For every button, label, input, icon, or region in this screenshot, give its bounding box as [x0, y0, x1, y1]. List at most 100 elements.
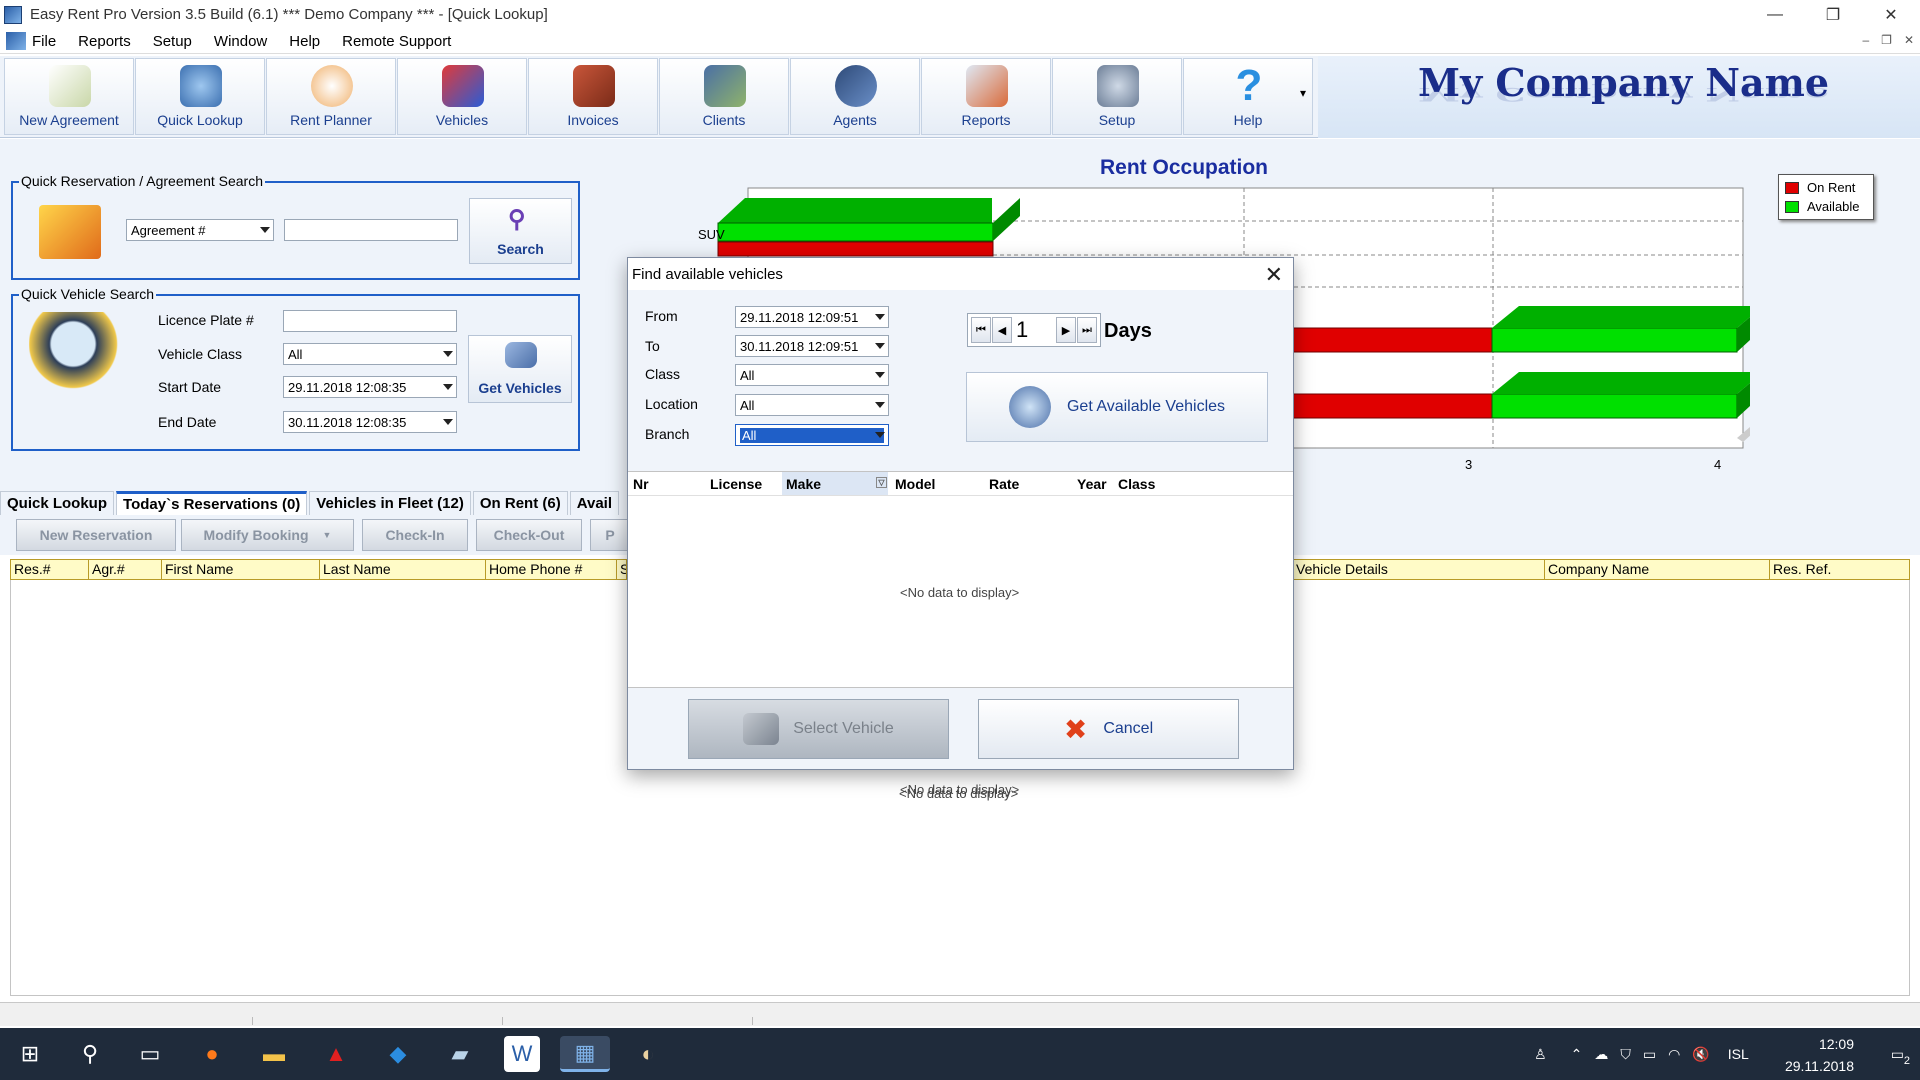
tab-quick-lookup[interactable]: Quick Lookup [0, 491, 115, 515]
help-button[interactable]: ? Help [1183, 58, 1313, 135]
branch-combo[interactable]: All [735, 424, 889, 446]
wifi-icon[interactable]: ◠ [1668, 1046, 1680, 1063]
column-res-ref[interactable]: Res. Ref. [1770, 560, 1909, 579]
search-type-combo[interactable]: Agreement # [126, 219, 274, 241]
column-company-name[interactable]: Company Name [1545, 560, 1770, 579]
get-available-vehicles-label: Get Available Vehicles [1066, 398, 1226, 415]
print-button[interactable]: P [590, 519, 630, 551]
close-button[interactable]: ✕ [1862, 0, 1920, 29]
acrobat-icon[interactable]: ▲ [318, 1036, 354, 1072]
days-value[interactable]: 1 [1016, 317, 1028, 343]
new-reservation-button[interactable]: New Reservation [16, 519, 176, 551]
minimize-button[interactable]: — [1746, 0, 1804, 29]
people-icon[interactable]: ♙ [1534, 1046, 1547, 1063]
menu-setup[interactable]: Setup [153, 33, 192, 50]
volume-mute-icon[interactable]: 🔇 [1692, 1046, 1709, 1063]
toolbar-overflow-button[interactable]: ▾ [1300, 86, 1306, 100]
notes-icon[interactable]: ▰ [442, 1036, 478, 1072]
check-out-button[interactable]: Check-Out [476, 519, 582, 551]
column-license[interactable]: License [710, 476, 762, 492]
menu-window[interactable]: Window [214, 33, 267, 50]
get-available-vehicles-button[interactable]: Get Available Vehicles [966, 372, 1268, 442]
mdi-minimize-button[interactable]: – [1862, 33, 1869, 47]
mdi-restore-button[interactable]: ❐ [1881, 33, 1892, 47]
vscode-icon[interactable]: ◆ [380, 1036, 416, 1072]
last-icon[interactable]: ⏭ [1077, 317, 1097, 343]
modify-booking-button[interactable]: Modify Booking ▼ [181, 519, 354, 551]
notifications-icon[interactable]: ▭ 2 [1891, 1046, 1910, 1067]
battery-icon[interactable]: ▭ [1643, 1046, 1656, 1063]
location-combo[interactable]: All [735, 394, 889, 416]
column-home-phone[interactable]: Home Phone # [486, 560, 617, 579]
menu-help[interactable]: Help [289, 33, 320, 50]
menu-reports[interactable]: Reports [78, 33, 131, 50]
menu-remote-support[interactable]: Remote Support [342, 33, 451, 50]
prev-icon[interactable]: ◀ [992, 317, 1012, 343]
search-button-label: Search [497, 241, 544, 257]
available-vehicles-grid[interactable]: Nr License Make ▽ Model Rate Year Class … [628, 471, 1293, 688]
quick-lookup-button[interactable]: Quick Lookup [135, 58, 265, 135]
column-year[interactable]: Year [1077, 476, 1107, 492]
invoices-button[interactable]: Invoices [528, 58, 658, 135]
agents-button[interactable]: Agents [790, 58, 920, 135]
first-icon[interactable]: ⏮ [971, 317, 991, 343]
clock-date: 29.11.2018 [1784, 1058, 1854, 1074]
file-explorer-icon[interactable]: ▬ [256, 1036, 292, 1072]
new-agreement-button[interactable]: New Agreement [4, 58, 134, 135]
column-agr-number[interactable]: Agr.# [89, 560, 162, 579]
get-vehicles-button[interactable]: Get Vehicles [468, 335, 572, 403]
column-res-number[interactable]: Res.# [11, 560, 89, 579]
licence-plate-input[interactable] [283, 310, 457, 332]
easy-rent-taskbar-icon[interactable]: ▦ [560, 1036, 610, 1072]
vehicle-class-combo[interactable]: All [283, 343, 457, 365]
chevron-up-icon[interactable]: ⌃ [1571, 1046, 1583, 1063]
class-combo[interactable]: All [735, 364, 889, 386]
tab-available[interactable]: Avail [569, 491, 619, 515]
language-indicator[interactable]: ISL [1728, 1046, 1749, 1062]
column-make[interactable]: Make [782, 472, 888, 495]
from-date-picker[interactable]: 29.11.2018 12:09:51 [735, 306, 889, 328]
column-last-name[interactable]: Last Name [320, 560, 486, 579]
agreement-search-input[interactable] [284, 219, 458, 241]
paint-icon[interactable]: ◐ [630, 1036, 666, 1072]
defender-icon[interactable]: ⛉ [1620, 1046, 1631, 1063]
close-icon[interactable]: ✕ [1265, 262, 1283, 288]
tab-todays-reservations[interactable]: Today`s Reservations (0) [116, 491, 308, 515]
task-view-icon[interactable]: ▭ [132, 1036, 168, 1072]
tab-on-rent[interactable]: On Rent (6) [472, 491, 568, 515]
firefox-icon[interactable]: ● [194, 1036, 230, 1072]
column-model[interactable]: Model [895, 476, 935, 492]
end-date-picker[interactable]: 30.11.2018 12:08:35 [283, 411, 457, 433]
mdi-app-icon[interactable] [6, 32, 26, 50]
restore-button[interactable]: ❐ [1804, 0, 1862, 29]
word-icon[interactable]: W [504, 1036, 540, 1072]
to-date-picker[interactable]: 30.11.2018 12:09:51 [735, 335, 889, 357]
clients-button[interactable]: Clients [659, 58, 789, 135]
start-icon[interactable]: ⊞ [12, 1036, 48, 1072]
chevron-down-icon [443, 384, 453, 390]
setup-button[interactable]: Setup [1052, 58, 1182, 135]
available-bar [1491, 393, 1738, 419]
column-nr[interactable]: Nr [633, 476, 649, 492]
mdi-close-button[interactable]: ✕ [1904, 33, 1914, 47]
start-date-picker[interactable]: 29.11.2018 12:08:35 [283, 376, 457, 398]
column-s[interactable]: S [617, 560, 627, 579]
search-button[interactable]: ⚲ Search [469, 198, 572, 264]
select-vehicle-button[interactable]: Select Vehicle [688, 699, 949, 759]
column-vehicle-details[interactable]: Vehicle Details [1293, 560, 1545, 579]
check-in-button[interactable]: Check-In [362, 519, 468, 551]
reports-button[interactable]: Reports [921, 58, 1051, 135]
search-icon[interactable]: ⚲ [72, 1036, 108, 1072]
column-first-name[interactable]: First Name [162, 560, 320, 579]
onedrive-icon[interactable]: ☁ [1594, 1046, 1608, 1063]
tab-vehicles-in-fleet[interactable]: Vehicles in Fleet (12) [309, 491, 471, 515]
column-class[interactable]: Class [1118, 476, 1155, 492]
rent-planner-button[interactable]: Rent Planner [266, 58, 396, 135]
vehicles-button[interactable]: Vehicles [397, 58, 527, 135]
filter-icon[interactable]: ▽ [876, 477, 887, 488]
menu-file[interactable]: File [32, 33, 56, 50]
clock[interactable]: 12:09 29.11.2018 [1785, 1033, 1854, 1077]
next-icon[interactable]: ▶ [1056, 317, 1076, 343]
cancel-button[interactable]: ✖ Cancel [978, 699, 1239, 759]
column-rate[interactable]: Rate [989, 476, 1019, 492]
